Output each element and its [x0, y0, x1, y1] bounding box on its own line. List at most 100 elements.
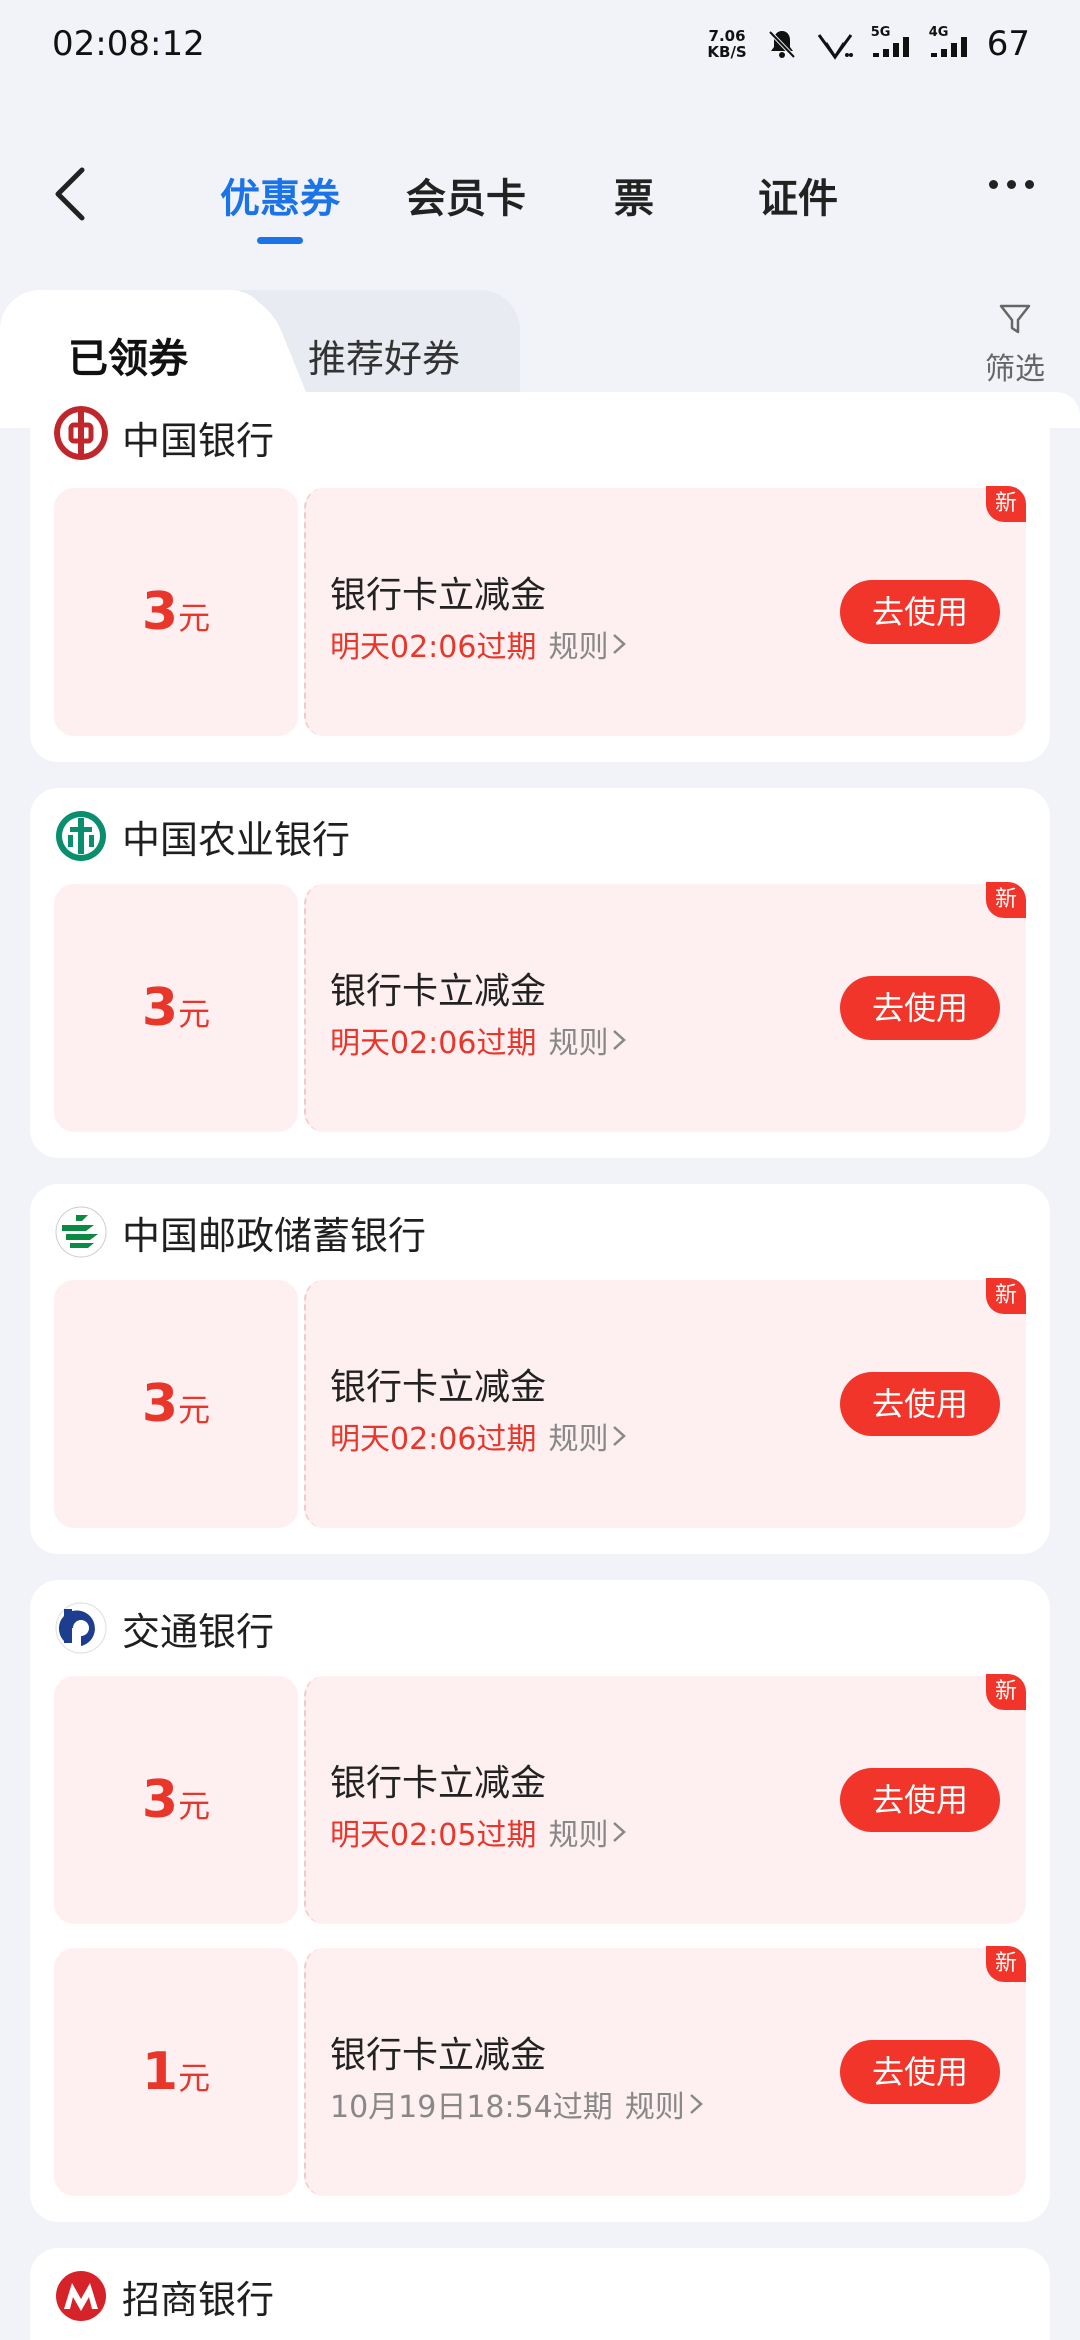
coupon-rule-link[interactable]: 规则 — [548, 622, 630, 666]
coupon-subline: 明天02:05过期 规则 — [330, 1810, 630, 1854]
coupon-info-block: 银行卡立减金 明天02:06过期 规则 去使用 新 — [304, 1278, 1026, 1528]
coupon-expiry: 10月19日18:54过期 — [330, 2090, 613, 2125]
boc-logo-icon — [54, 406, 108, 460]
coupon-card: 3元 银行卡立减金 明天02:06过期 规则 去使用 新 — [54, 882, 1026, 1132]
bank-header: 中国银行 — [54, 406, 1026, 488]
chevron-right-icon — [613, 1426, 627, 1446]
use-coupon-button[interactable]: 去使用 — [840, 2040, 1000, 2104]
coupon-card: 3元 银行卡立减金 明天02:05过期 规则 去使用 新 — [54, 1674, 1026, 1924]
coupon-amount: 3元 — [142, 978, 210, 1038]
new-badge: 新 — [986, 1674, 1026, 1710]
coupon-title: 银行卡立减金 — [330, 2035, 547, 2076]
net-speed: 7.06 KB/S — [707, 28, 746, 60]
coupon-expiry: 明天02:06过期 — [330, 1026, 537, 1061]
bank-header: 交通银行 — [54, 1580, 1026, 1676]
signal-4g-icon: 4G — [929, 25, 969, 61]
coupon-expiry: 明天02:06过期 — [330, 630, 537, 665]
amount-value: 3 — [141, 582, 179, 642]
bank-card-cmb: 招商银行 — [30, 2248, 1050, 2340]
status-bar: 02:08:12 7.06 KB/S 5G 4G 67 — [0, 0, 1080, 95]
tab-member-cards[interactable]: 会员卡 — [406, 166, 526, 224]
battery-level: 67 — [986, 24, 1030, 64]
coupon-rule-link[interactable]: 规则 — [548, 1810, 630, 1854]
rule-label: 规则 — [548, 630, 609, 665]
coupon-amount: 3元 — [142, 582, 210, 642]
bank-name: 招商银行 — [122, 2277, 275, 2322]
bank-card-bocom: 交通银行 3元 银行卡立减金 明天02:05过期 规则 去使用 新 1元 银行卡… — [30, 1580, 1050, 2222]
coupon-info-block: 银行卡立减金 明天02:05过期 规则 去使用 新 — [304, 1674, 1026, 1924]
chevron-left-icon — [55, 167, 85, 221]
coupon-amount: 3元 — [142, 1374, 210, 1434]
coupon-card: 1元 银行卡立减金 10月19日18:54过期 规则 去使用 新 — [54, 1946, 1026, 2196]
chevron-right-icon — [613, 1030, 627, 1050]
new-badge: 新 — [986, 1946, 1026, 1982]
coupon-subline: 10月19日18:54过期 规则 — [330, 2082, 707, 2126]
coupon-info-block: 银行卡立减金 10月19日18:54过期 规则 去使用 新 — [304, 1946, 1026, 2196]
amount-unit: 元 — [178, 2059, 211, 2097]
coupon-rule-link[interactable]: 规则 — [548, 1018, 630, 1062]
coupon-rule-link[interactable]: 规则 — [625, 2082, 707, 2126]
bank-name: 中国银行 — [122, 419, 275, 463]
coupon-amount-block: 1元 — [54, 1948, 298, 2196]
coupon-rule-link[interactable]: 规则 — [548, 1414, 630, 1458]
signal-5g-icon: 5G — [871, 25, 911, 61]
net-speed-value: 7.06 — [708, 27, 746, 45]
abc-logo-icon — [56, 811, 106, 861]
new-badge: 新 — [986, 1278, 1026, 1314]
tab-ids[interactable]: 证件 — [758, 166, 838, 224]
wifi-icon — [817, 34, 853, 60]
status-icons: 7.06 KB/S 5G 4G 67 — [707, 24, 1030, 64]
rule-label: 规则 — [548, 1422, 609, 1457]
subtab-claimed-label: 已领券 — [68, 336, 188, 382]
bocom-logo-icon — [55, 1602, 107, 1654]
filter-button[interactable]: 筛选 — [980, 298, 1050, 388]
coupon-expiry: 明天02:06过期 — [330, 1422, 537, 1457]
more-dot — [1025, 180, 1034, 189]
top-nav: 优惠券 会员卡 票 证件 — [0, 150, 1080, 240]
more-options-button[interactable] — [989, 180, 1034, 189]
use-coupon-button[interactable]: 去使用 — [840, 976, 1000, 1040]
back-button[interactable] — [46, 162, 106, 226]
bank-card-psbc: 中国邮政储蓄银行 3元 银行卡立减金 明天02:06过期 规则 去使用 新 — [30, 1184, 1050, 1554]
coupon-title: 银行卡立减金 — [330, 1763, 547, 1804]
filter-label: 筛选 — [985, 352, 1045, 387]
cmb-logo-icon — [56, 2271, 106, 2321]
bank-card-abc: 中国农业银行 3元 银行卡立减金 明天02:06过期 规则 去使用 新 — [30, 788, 1050, 1158]
coupon-amount-block: 3元 — [54, 1676, 298, 1924]
coupon-title: 银行卡立减金 — [330, 971, 547, 1012]
amount-value: 3 — [141, 978, 179, 1038]
amount-unit: 元 — [178, 599, 211, 637]
amount-value: 3 — [141, 1770, 179, 1830]
chevron-right-icon — [613, 634, 627, 654]
chevron-right-icon — [613, 1822, 627, 1842]
subtab-claimed[interactable]: 已领券 — [0, 290, 270, 402]
coupon-amount-block: 3元 — [54, 884, 298, 1132]
coupon-expiry: 明天02:05过期 — [330, 1818, 537, 1853]
coupon-card: 3元 银行卡立减金 明天02:06过期 规则 去使用 新 — [54, 1278, 1026, 1528]
chevron-right-icon — [689, 2094, 703, 2114]
amount-unit: 元 — [178, 1787, 211, 1825]
rule-label: 规则 — [548, 1026, 609, 1061]
bank-name: 中国农业银行 — [122, 817, 351, 862]
status-time: 02:08:12 — [52, 24, 205, 64]
amount-value: 1 — [141, 2042, 179, 2102]
tab-coupons[interactable]: 优惠券 — [220, 166, 340, 224]
rule-label: 规则 — [548, 1818, 609, 1853]
new-badge: 新 — [986, 882, 1026, 918]
use-coupon-button[interactable]: 去使用 — [840, 580, 1000, 644]
bank-header: 招商银行 — [54, 2248, 1026, 2340]
tab-tickets[interactable]: 票 — [614, 166, 654, 224]
more-dot — [1007, 180, 1016, 189]
coupon-amount-block: 3元 — [54, 488, 298, 736]
bank-header: 中国邮政储蓄银行 — [54, 1184, 1026, 1280]
new-badge: 新 — [986, 486, 1026, 522]
filter-funnel-icon — [999, 304, 1031, 334]
net-speed-unit: KB/S — [707, 43, 747, 61]
coupon-title: 银行卡立减金 — [330, 1367, 547, 1408]
bank-header: 中国农业银行 — [54, 788, 1026, 884]
coupon-info-block: 银行卡立减金 明天02:06过期 规则 去使用 新 — [304, 486, 1026, 736]
use-coupon-button[interactable]: 去使用 — [840, 1372, 1000, 1436]
psbc-logo-icon — [55, 1206, 107, 1258]
subtab-recommended-label: 推荐好券 — [308, 337, 461, 381]
use-coupon-button[interactable]: 去使用 — [840, 1768, 1000, 1832]
